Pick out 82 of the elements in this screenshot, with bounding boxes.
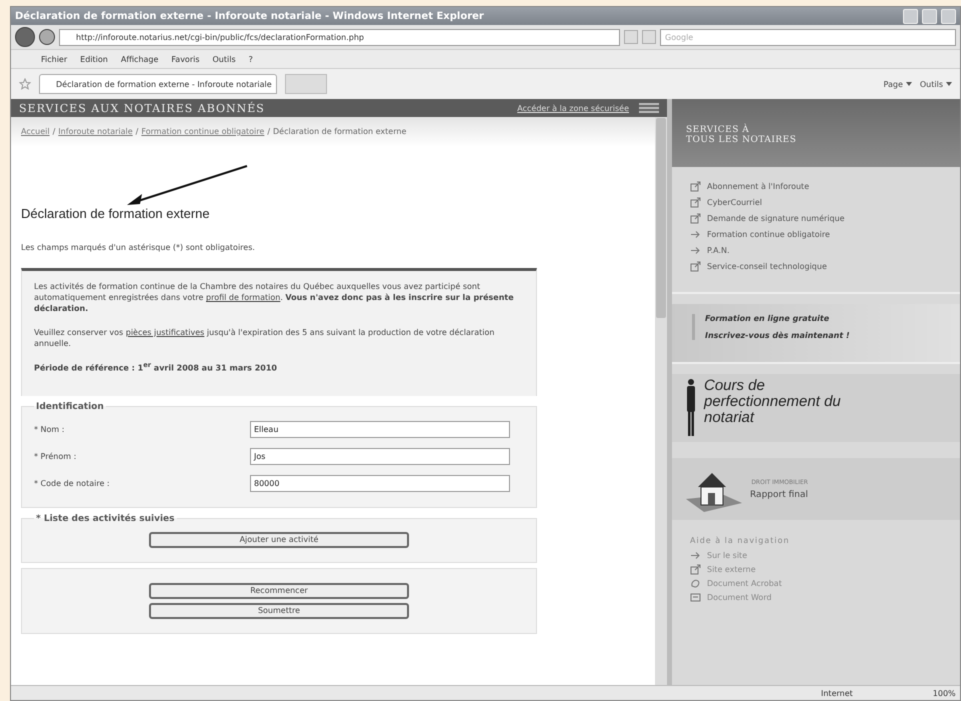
close-button[interactable] xyxy=(941,8,956,24)
external-link-icon xyxy=(690,564,701,575)
refresh-button[interactable] xyxy=(624,30,638,44)
info-paragraph: Veuillez conserver vos pièces justificatives jusqu'à l'expiration des 5 ans suivant la production de votre déclaration annuelle. xyxy=(34,326,496,349)
required-note: Les champs marqués d'un astérisque (*) sont obligatoires. xyxy=(21,243,256,252)
legend-item: Sur le site xyxy=(707,551,748,560)
breadcrumb-separator: / xyxy=(52,127,56,136)
external-link-icon xyxy=(690,197,701,208)
legend-item: Document Acrobat xyxy=(707,579,782,588)
inline-link[interactable]: pièces justificatives xyxy=(126,328,204,337)
add-activity-button[interactable]: Ajouter une activité xyxy=(149,532,409,548)
sidebar-link[interactable]: Formation continue obligatoire xyxy=(707,230,830,239)
external-link-icon xyxy=(690,261,701,272)
breadcrumb-separator: / xyxy=(267,127,270,136)
field-label: * Prénom : xyxy=(34,452,78,461)
input-field[interactable]: 80000 xyxy=(250,474,510,492)
sidebar-link[interactable]: Abonnement à l'Inforoute xyxy=(707,182,810,191)
breadcrumb-separator: / xyxy=(136,127,138,136)
menu-item[interactable]: Favoris xyxy=(171,54,200,64)
menu-item[interactable]: Outils xyxy=(212,54,236,64)
legend-title: Aide à la navigation xyxy=(690,536,791,545)
legend-item: Document Word xyxy=(707,593,772,602)
menu-icon[interactable] xyxy=(639,103,659,113)
breadcrumb-link[interactable]: Accueil xyxy=(21,127,50,136)
group-legend: Identification xyxy=(34,402,106,412)
promo-banner[interactable]: Formation en ligne gratuite Inscrivez-vous dès maintenant ! xyxy=(672,304,960,364)
breadcrumb-link[interactable]: Inforoute notariale xyxy=(58,127,133,136)
info-paragraph: Les activités de formation continue de la Chambre des notaires du Québec auxquelles vous avez participé sont automatiquement enregistrées dans votre profil de formation. Vous n'avez donc pas à les inscrire sur la présente déclaration. xyxy=(34,281,515,315)
sidebar-title: TOUS LES NOTAIRES xyxy=(686,135,798,145)
forward-button[interactable] xyxy=(39,29,55,45)
back-button[interactable] xyxy=(15,27,35,47)
course-title: Cours de perfectionnement du notariat xyxy=(704,378,842,426)
breadcrumb-link[interactable]: Formation continue obligatoire xyxy=(141,127,264,136)
document-icon xyxy=(690,592,701,603)
sidebar-title: SERVICES À xyxy=(686,125,750,135)
favorites-star-icon[interactable] xyxy=(19,78,31,90)
inline-link[interactable]: profil de formation xyxy=(206,293,280,302)
external-link-icon xyxy=(690,213,701,224)
menu-item[interactable]: ? xyxy=(248,54,253,64)
command-button[interactable]: Outils xyxy=(920,80,952,88)
sidebar-link[interactable]: CyberCourriel xyxy=(707,198,762,207)
arrow-icon xyxy=(690,550,701,561)
field-label: * Nom : xyxy=(34,424,66,434)
maximize-button[interactable] xyxy=(922,8,937,24)
input-field[interactable]: Elleau xyxy=(250,420,510,438)
menu-item[interactable]: Affichage xyxy=(120,54,158,64)
new-tab-button[interactable] xyxy=(285,74,327,94)
breadcrumb-current: Déclaration de formation externe xyxy=(273,127,406,136)
field-label: * Code de notaire : xyxy=(34,478,111,488)
menu-item[interactable]: Edition xyxy=(80,54,108,64)
caret-icon xyxy=(906,82,912,86)
promo-text: Inscrivez-vous dès maintenant ! xyxy=(705,331,851,340)
form-button[interactable]: Recommencer xyxy=(149,582,409,599)
browser-tab[interactable]: Déclaration de formation externe - Inforoute notariale xyxy=(39,74,277,94)
standing-figure-icon xyxy=(686,378,696,436)
command-button[interactable]: Page xyxy=(884,80,912,88)
input-field[interactable]: Jos xyxy=(250,448,510,465)
arrow-icon xyxy=(690,229,701,240)
caret-icon xyxy=(946,82,952,86)
report-link[interactable]: Rapport final xyxy=(750,490,808,500)
scrollbar[interactable] xyxy=(655,117,667,685)
secure-zone-link[interactable]: Accéder à la zone sécurisée xyxy=(517,104,629,112)
stop-button[interactable] xyxy=(642,30,656,44)
promo-title: Formation en ligne gratuite xyxy=(705,314,830,323)
site-title: SERVICES AUX NOTAIRES ABONNÉS xyxy=(19,102,266,114)
form-button[interactable]: Soumettre xyxy=(149,602,409,619)
reference-period: Période de référence : 1$^{er}$ avril 2008 au 31 mars 2010 xyxy=(34,360,278,374)
group-legend: * Liste des activités suivies xyxy=(34,514,176,524)
window-title: Déclaration de formation externe - Inforoute notariale - Windows Internet Explorer xyxy=(15,10,485,22)
url-field[interactable]: http://inforoute.notarius.net/cgi-bin/public/fcs/declarationFormation.php xyxy=(59,28,620,46)
course-banner[interactable]: Cours de perfectionnement du notariat xyxy=(672,374,960,442)
legend-item: Site externe xyxy=(707,565,756,574)
sidebar-link[interactable]: P.A.N. xyxy=(707,246,730,255)
minimize-button[interactable] xyxy=(903,8,918,24)
page-heading: Déclaration de formation externe xyxy=(21,206,211,221)
external-link-icon xyxy=(690,181,701,192)
zone-label: Internet xyxy=(821,688,853,698)
sidebar-link[interactable]: Demande de signature numérique xyxy=(707,214,845,223)
menu-item[interactable]: Fichier xyxy=(41,54,68,64)
zoom-button[interactable]: 100% xyxy=(932,688,956,698)
arrow-icon xyxy=(690,245,701,256)
sidebar-link[interactable]: Service-conseil technologique xyxy=(707,262,827,271)
